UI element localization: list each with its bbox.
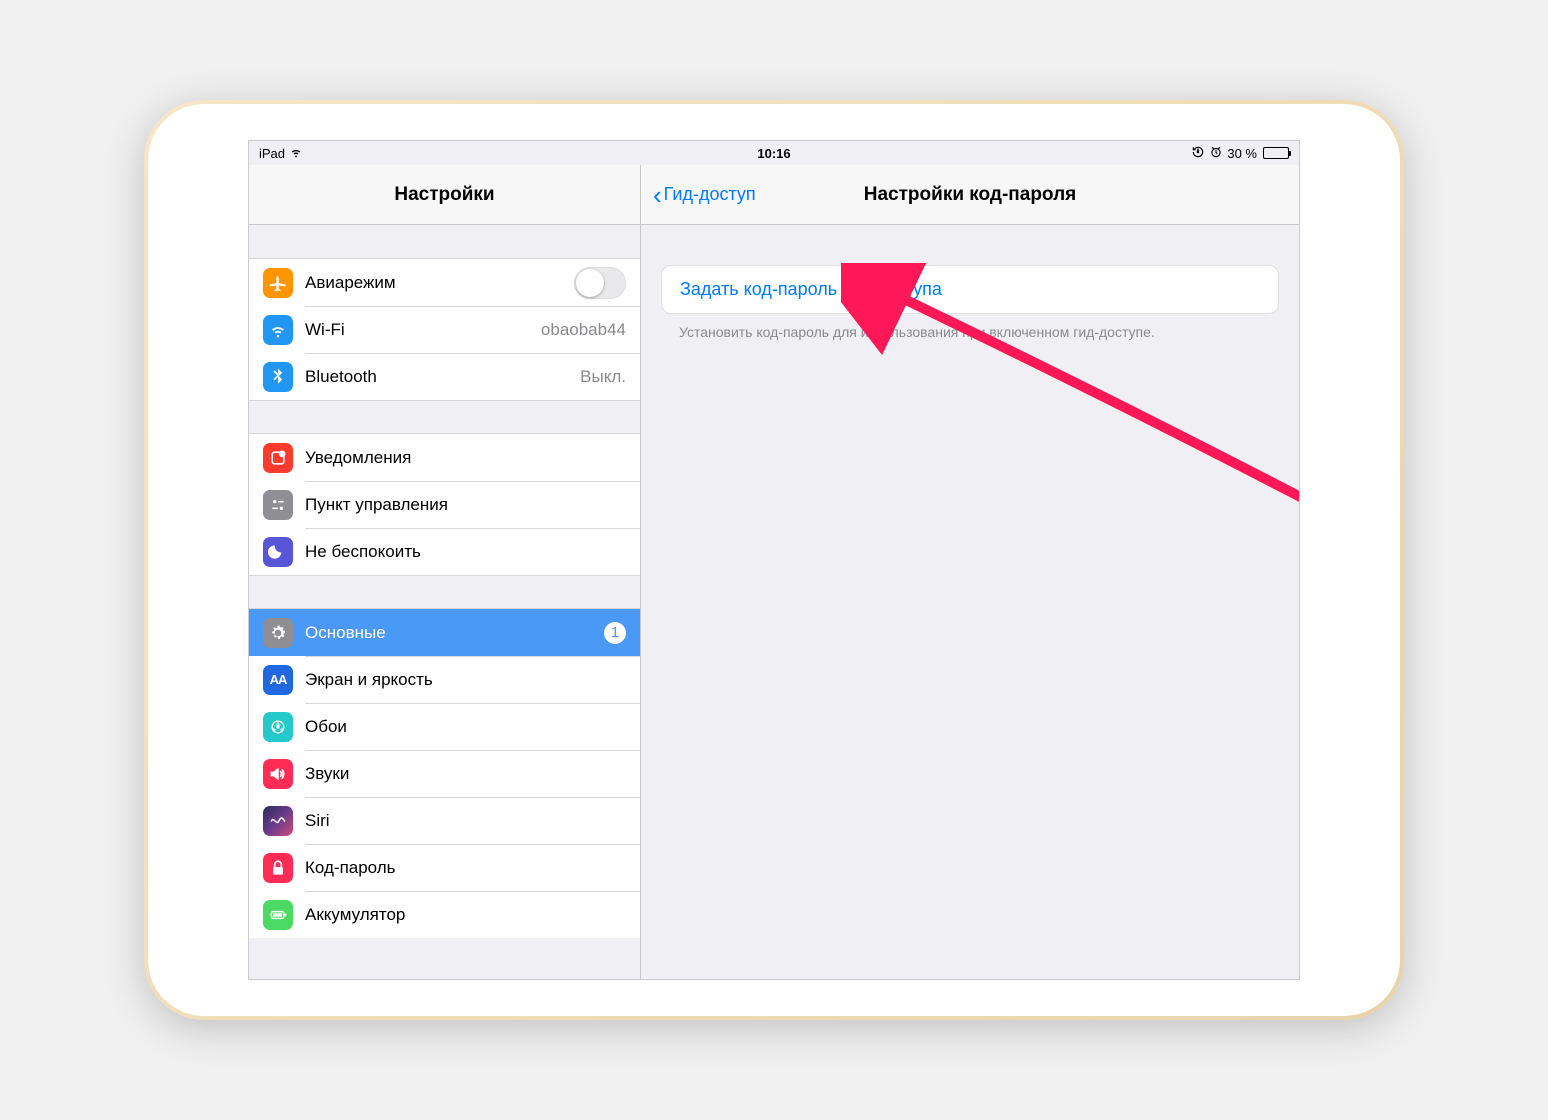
- display-icon: AA: [263, 665, 293, 695]
- sidebar-item-label: Аккумулятор: [305, 905, 626, 925]
- wifi-icon: [263, 315, 293, 345]
- detail-title: Настройки код-пароля: [864, 184, 1076, 206]
- wallpaper-icon: [263, 712, 293, 742]
- sidebar-item-label: Пункт управления: [305, 495, 626, 515]
- sidebar-item-label: Авиарежим: [305, 273, 574, 293]
- lock-icon: [263, 853, 293, 883]
- sidebar-item-wifi[interactable]: Wi-Fi obaobab44: [249, 306, 640, 353]
- back-button[interactable]: ‹ Гид-доступ: [653, 182, 756, 208]
- sidebar-item-bluetooth[interactable]: Bluetooth Выкл.: [249, 353, 640, 400]
- settings-sidebar[interactable]: Настройки Авиарежим: [249, 165, 641, 979]
- wifi-value: obaobab44: [541, 320, 626, 340]
- sidebar-item-label: Уведомления: [305, 448, 626, 468]
- airplane-toggle[interactable]: [574, 267, 626, 299]
- chevron-left-icon: ‹: [653, 182, 662, 208]
- sidebar-item-label: Wi-Fi: [305, 320, 541, 340]
- battery-percent: 30 %: [1227, 146, 1257, 161]
- sidebar-item-general[interactable]: Основные 1: [249, 609, 640, 656]
- sidebar-item-label: Основные: [305, 623, 604, 643]
- sidebar-item-label: Код-пароль: [305, 858, 626, 878]
- bluetooth-icon: [263, 362, 293, 392]
- sidebar-item-wallpaper[interactable]: Обои: [249, 703, 640, 750]
- control-center-icon: [263, 490, 293, 520]
- device-label: iPad: [259, 146, 285, 161]
- sidebar-item-label: Экран и яркость: [305, 670, 626, 690]
- sidebar-title: Настройки: [249, 165, 640, 225]
- sounds-icon: [263, 759, 293, 789]
- sidebar-item-siri[interactable]: Siri: [249, 797, 640, 844]
- clock: 10:16: [757, 146, 790, 161]
- sidebar-item-control-center[interactable]: Пункт управления: [249, 481, 640, 528]
- sidebar-item-dnd[interactable]: Не беспокоить: [249, 528, 640, 575]
- sidebar-item-passcode[interactable]: Код-пароль: [249, 844, 640, 891]
- sidebar-item-airplane[interactable]: Авиарежим: [249, 259, 640, 306]
- status-bar: iPad 10:16 30 %: [249, 141, 1299, 165]
- siri-icon: [263, 806, 293, 836]
- ipad-frame: iPad 10:16 30 %: [144, 100, 1404, 1020]
- battery-settings-icon: [263, 900, 293, 930]
- sidebar-item-label: Обои: [305, 717, 626, 737]
- ipad-bezel: iPad 10:16 30 %: [148, 104, 1400, 1016]
- dnd-icon: [263, 537, 293, 567]
- sidebar-item-sounds[interactable]: Звуки: [249, 750, 640, 797]
- sidebar-item-label: Звуки: [305, 764, 626, 784]
- set-passcode-button[interactable]: Задать код-пароль гид-доступа: [661, 265, 1279, 314]
- battery-icon: [1263, 147, 1289, 159]
- orientation-lock-icon: [1191, 145, 1205, 162]
- sidebar-item-battery[interactable]: Аккумулятор: [249, 891, 640, 938]
- badge-count: 1: [604, 622, 626, 644]
- notifications-icon: [263, 443, 293, 473]
- detail-pane: ‹ Гид-доступ Настройки код-пароля Задать…: [641, 165, 1299, 979]
- sidebar-item-label: Siri: [305, 811, 626, 831]
- bluetooth-value: Выкл.: [580, 367, 626, 387]
- sidebar-item-notifications[interactable]: Уведомления: [249, 434, 640, 481]
- detail-footer: Установить код-пароль для использования …: [641, 314, 1299, 350]
- alarm-icon: [1209, 145, 1223, 162]
- gear-icon: [263, 618, 293, 648]
- detail-header: ‹ Гид-доступ Настройки код-пароля: [641, 165, 1299, 225]
- back-label: Гид-доступ: [664, 184, 756, 205]
- screen: iPad 10:16 30 %: [248, 140, 1300, 980]
- airplane-icon: [263, 268, 293, 298]
- wifi-status-icon: [289, 145, 303, 162]
- sidebar-item-label: Не беспокоить: [305, 542, 626, 562]
- sidebar-item-label: Bluetooth: [305, 367, 580, 387]
- sidebar-item-display[interactable]: AA Экран и яркость: [249, 656, 640, 703]
